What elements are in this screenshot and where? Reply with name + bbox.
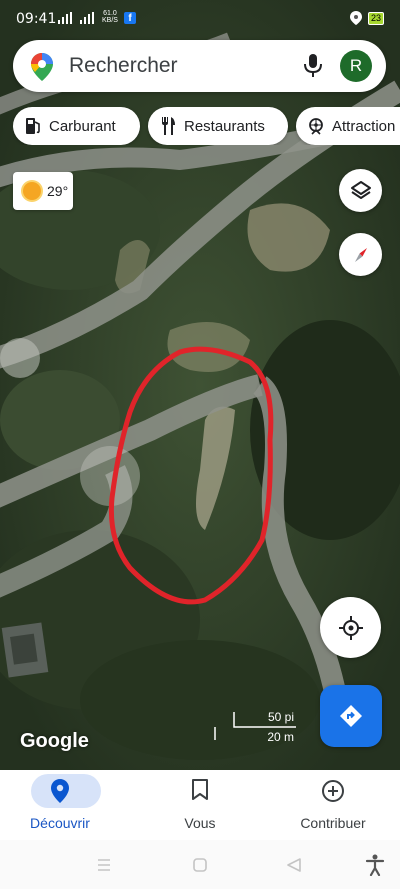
- nav-contribute[interactable]: Contribuer: [273, 770, 393, 840]
- chip-attraction[interactable]: Attraction: [296, 107, 400, 145]
- nav-discover-label: Découvrir: [30, 815, 90, 831]
- compass-icon: [354, 247, 367, 262]
- net-speed-value: 61.0: [103, 10, 117, 17]
- chip-fuel[interactable]: Carburant: [13, 107, 140, 145]
- network-speed: 61.0 KB/S: [102, 10, 118, 24]
- avatar[interactable]: R: [340, 50, 372, 82]
- location-pin-icon: [51, 779, 69, 803]
- weather-badge[interactable]: 29°: [13, 172, 73, 210]
- nav-you-label: Vous: [184, 815, 216, 831]
- search-bar[interactable]: Rechercher R: [13, 40, 386, 92]
- nav-you[interactable]: Vous: [140, 770, 260, 840]
- add-circle-icon: [322, 780, 344, 802]
- chip-fuel-label: Carburant: [49, 117, 116, 135]
- microphone-icon[interactable]: [303, 54, 323, 78]
- signal-icon: [58, 12, 72, 24]
- bookmark-icon: [192, 779, 208, 800]
- nav-discover[interactable]: Découvrir: [0, 770, 120, 840]
- scale-metric: 20 m: [267, 730, 294, 744]
- status-time: 09:41: [16, 11, 57, 27]
- fuel-icon: [23, 116, 43, 136]
- map-scale: 50 pi 20 m: [214, 710, 296, 744]
- restaurant-icon: [158, 116, 178, 136]
- sun-icon: [23, 182, 41, 200]
- compass-button[interactable]: [339, 233, 382, 276]
- layers-button[interactable]: [339, 169, 382, 212]
- crosshair-icon: [338, 615, 363, 640]
- back-icon[interactable]: [287, 858, 301, 872]
- google-attribution: Google: [20, 730, 89, 752]
- status-bar: 09:41 61.0 KB/S f 23: [0, 0, 400, 34]
- search-placeholder: Rechercher: [69, 54, 178, 77]
- chip-restaurants[interactable]: Restaurants: [148, 107, 288, 145]
- accessibility-icon[interactable]: [365, 854, 385, 876]
- net-speed-unit: KB/S: [102, 17, 118, 24]
- system-navigation-bar: [0, 840, 400, 889]
- attraction-icon: [306, 116, 326, 136]
- my-location-button[interactable]: [320, 597, 381, 658]
- bottom-navigation: Découvrir Vous Contribuer: [0, 770, 400, 840]
- chip-attraction-label: Attraction: [332, 117, 396, 135]
- scale-imperial: 50 pi: [267, 710, 294, 724]
- location-status-icon: [349, 11, 362, 25]
- chip-restaurants-label: Restaurants: [184, 117, 265, 135]
- layers-icon: [350, 180, 371, 199]
- recent-apps-icon[interactable]: [97, 859, 111, 871]
- battery-indicator: 23: [367, 11, 384, 25]
- weather-temp: 29°: [47, 183, 69, 199]
- directions-button[interactable]: [320, 685, 382, 747]
- facebook-icon: f: [124, 12, 136, 24]
- home-icon[interactable]: [193, 858, 207, 872]
- directions-icon: [340, 705, 362, 727]
- maps-logo-icon: [31, 53, 53, 81]
- signal-icon-2: [80, 12, 94, 24]
- category-chips: Carburant Restaurants Attraction: [13, 107, 400, 145]
- nav-contribute-label: Contribuer: [300, 815, 366, 831]
